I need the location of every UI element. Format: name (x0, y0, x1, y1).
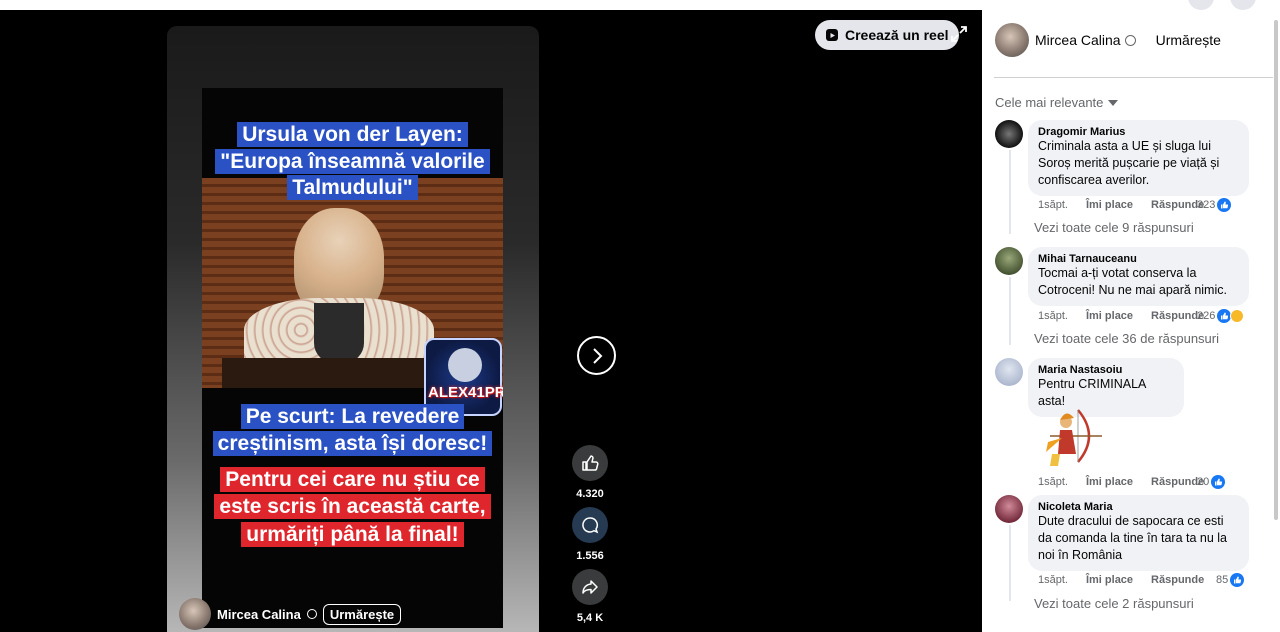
globe-icon (1124, 34, 1136, 46)
view-replies-link[interactable]: Vezi toate cele 2 răspunsuri (1034, 596, 1194, 611)
comment-meta: 1săpt. Îmi place Răspunde (1038, 574, 1204, 586)
reaction-summary[interactable]: 226 (1197, 309, 1245, 323)
comment-time[interactable]: 1săpt. (1038, 476, 1068, 488)
thumbs-up-icon (582, 455, 599, 471)
comment-text: Cotroceni! Nu ne mai apară nimic. (1038, 283, 1227, 297)
share-icon (582, 580, 598, 594)
comment-text: Tocmai a-ți votat conserva la (1038, 266, 1197, 280)
video-caption-blue: Pe scurt: La revedere creștinism, asta î… (202, 404, 503, 457)
thread-line (1009, 277, 1011, 345)
comment-text: noi în România (1038, 548, 1123, 562)
reaction-count: 20 (1197, 476, 1210, 488)
follow-button[interactable]: Urmărește (322, 603, 402, 625)
comment-author[interactable]: Maria Nastasoiu (1038, 364, 1174, 376)
panel-owner-name[interactable]: Mircea Calina (1035, 32, 1121, 48)
like-comment-button[interactable]: Îmi place (1086, 476, 1133, 488)
like-reaction-icon (1211, 475, 1226, 489)
like-action[interactable]: 4.320 (572, 445, 608, 500)
owner-name[interactable]: Mircea Calina (217, 607, 301, 622)
comment-bubble: Nicoleta Maria Dute dracului de sapocara… (1028, 495, 1249, 571)
like-reaction-icon (1217, 309, 1232, 323)
logo-text: ALEX41PR (428, 384, 503, 401)
comment-text: Soroș merită pușcarie pe viață și (1038, 156, 1220, 170)
comment-bubble: Mihai Tarnauceanu Tocmai a-ți votat cons… (1028, 247, 1249, 306)
sort-label: Cele mai relevante (995, 95, 1104, 110)
next-reel-button[interactable] (577, 336, 616, 375)
view-replies-link[interactable]: Vezi toate cele 9 răspunsuri (1034, 220, 1194, 235)
comment-icon (582, 517, 599, 534)
reaction-summary[interactable]: 323 (1197, 198, 1232, 212)
comment-bubble: Dragomir Marius Criminala asta a UE și s… (1028, 120, 1249, 196)
create-reel-label: Creează un reel (845, 27, 949, 43)
like-count: 4.320 (576, 488, 604, 500)
comment-author[interactable]: Mihai Tarnauceanu (1038, 253, 1239, 265)
comment-text: Criminala asta a UE și sluga lui (1038, 139, 1211, 153)
comment-text: Dute dracului de sapocara ce esti (1038, 514, 1224, 528)
reaction-count: 323 (1197, 199, 1216, 211)
divider (994, 77, 1273, 78)
like-reaction-icon (1230, 573, 1245, 587)
comment-action[interactable]: 1.556 (572, 507, 608, 562)
chevron-right-icon (592, 347, 602, 364)
video-caption-red: Pentru cei care nu știu ce este scris în… (202, 466, 503, 548)
comment-meta: 1săpt. Îmi place Răspunde (1038, 310, 1204, 322)
reaction-count: 226 (1197, 310, 1216, 322)
avatar[interactable] (179, 598, 211, 630)
reel-video[interactable]: Ursula von der Layen: "Europa înseamnă v… (202, 88, 503, 628)
panel-header: Mircea Calina Urmărește (995, 23, 1221, 57)
panel-follow-button[interactable]: Urmărește (1156, 32, 1221, 48)
reaction-summary[interactable]: 85 (1216, 573, 1245, 587)
comment-button[interactable] (572, 507, 608, 543)
reel-owner: Mircea Calina Urmărește (179, 598, 402, 630)
comment-time[interactable]: 1săpt. (1038, 199, 1068, 211)
caret-down-icon (1108, 99, 1119, 106)
top-strip (0, 0, 1280, 10)
like-comment-button[interactable]: Îmi place (1086, 199, 1133, 211)
video-person-neck (314, 303, 364, 363)
reaction-summary[interactable]: 20 (1197, 475, 1226, 489)
comment-author[interactable]: Dragomir Marius (1038, 126, 1239, 138)
avatar[interactable] (995, 23, 1029, 57)
top-button-icon[interactable] (1188, 0, 1214, 10)
comment-text: confiscarea averilor. (1038, 173, 1150, 187)
wolf-icon (448, 348, 482, 382)
like-button[interactable] (572, 445, 608, 481)
comment-meta: 1săpt. Îmi place Răspunde (1038, 476, 1204, 488)
expand-icon[interactable] (950, 25, 968, 43)
sad-reaction-icon (1230, 309, 1245, 323)
video-caption-title: Ursula von der Layen: "Europa înseamnă v… (202, 122, 503, 202)
avatar[interactable] (995, 247, 1023, 275)
comment-author[interactable]: Nicoleta Maria (1038, 501, 1239, 513)
comments-panel: Mircea Calina Urmărește Cele mai relevan… (982, 10, 1280, 632)
comment-text: da comanda la tine în tara ta nu la (1038, 531, 1228, 545)
reaction-count: 85 (1216, 574, 1229, 586)
sort-dropdown[interactable]: Cele mai relevante (995, 95, 1119, 110)
avatar[interactable] (995, 495, 1023, 523)
share-count: 5,4 K (576, 612, 604, 624)
globe-icon (306, 609, 317, 619)
avatar[interactable] (995, 120, 1023, 148)
top-button-icon[interactable] (1230, 0, 1256, 10)
reply-button[interactable]: Răspunde (1151, 574, 1204, 586)
like-reaction-icon (1217, 198, 1232, 212)
comment-time[interactable]: 1săpt. (1038, 310, 1068, 322)
avatar[interactable] (995, 358, 1023, 386)
like-comment-button[interactable]: Îmi place (1086, 310, 1133, 322)
comment-time[interactable]: 1săpt. (1038, 574, 1068, 586)
view-replies-link[interactable]: Vezi toate cele 36 de răspunsuri (1034, 331, 1219, 346)
share-action[interactable]: 5,4 K (572, 569, 608, 624)
scrollbar[interactable] (1274, 20, 1278, 520)
archer-sticker-icon (1046, 409, 1102, 466)
reel-frame: Ursula von der Layen: "Europa înseamnă v… (167, 26, 539, 632)
thread-line (1009, 525, 1011, 601)
create-reel-button[interactable]: Creează un reel (815, 20, 959, 50)
like-comment-button[interactable]: Îmi place (1086, 574, 1133, 586)
reel-icon (826, 29, 838, 41)
reel-viewer: Ursula von der Layen: "Europa înseamnă v… (0, 10, 982, 632)
share-button[interactable] (572, 569, 608, 605)
comment-count: 1.556 (576, 550, 604, 562)
comment-meta: 1săpt. Îmi place Răspunde (1038, 199, 1204, 211)
thread-line (1009, 150, 1011, 234)
